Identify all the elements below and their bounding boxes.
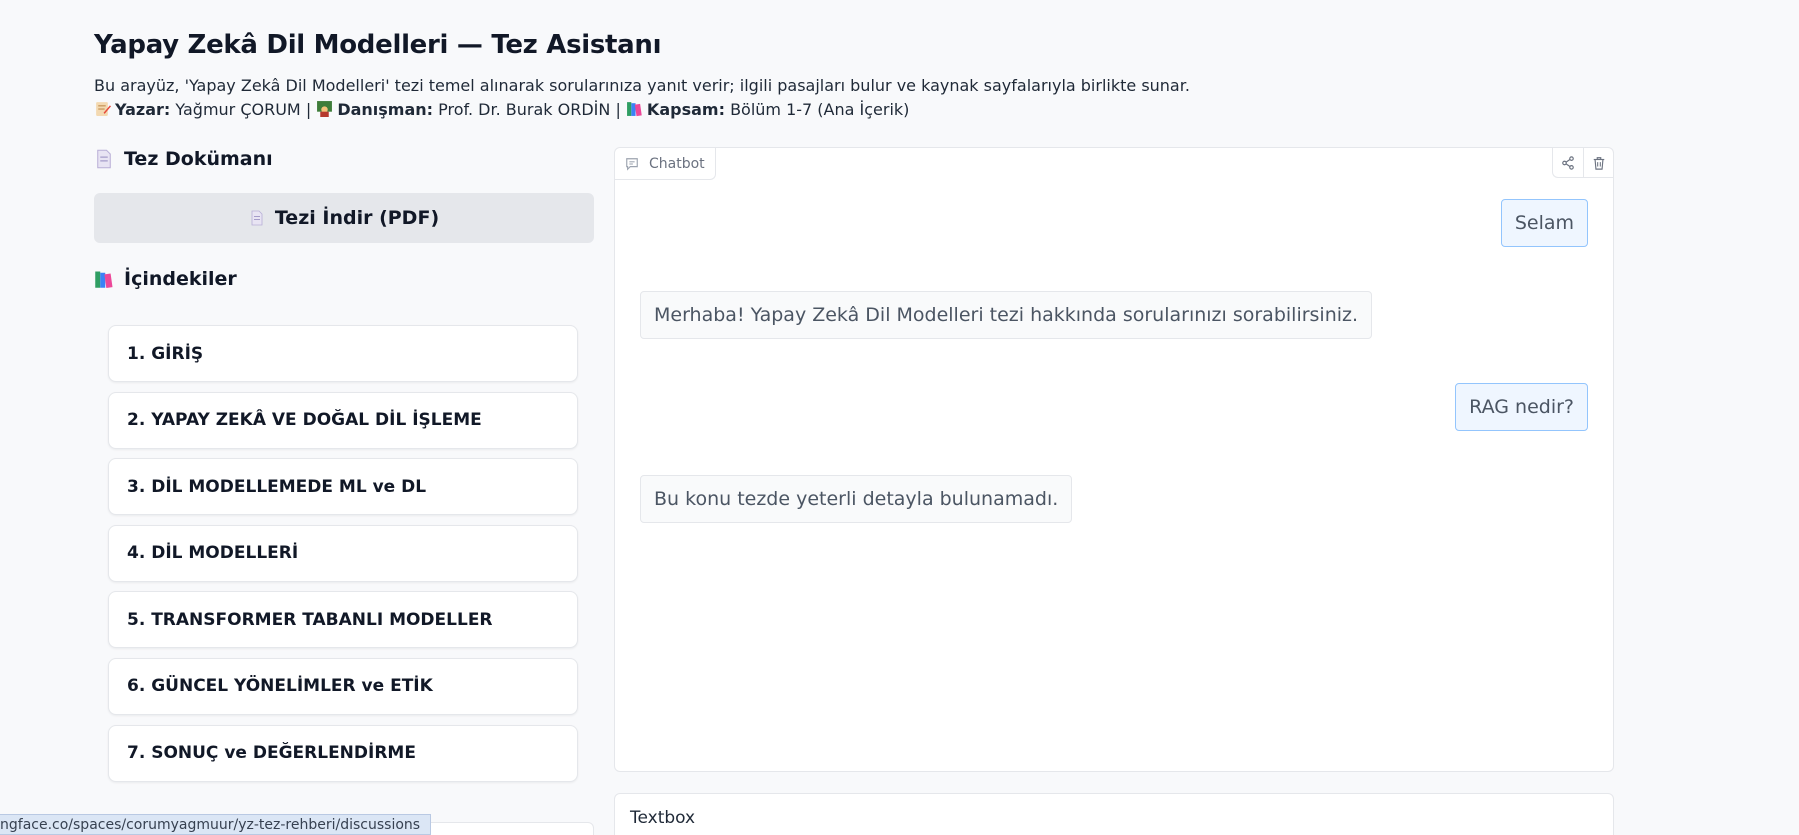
app-header: Yapay Zekâ Dil Modelleri — Tez Asistanı … [94,30,1594,122]
page-description: Bu arayüz, 'Yapay Zekâ Dil Modelleri' te… [94,76,1190,95]
books-icon [95,271,113,289]
toc-item-4[interactable]: 4. DİL MODELLERİ [108,524,578,582]
teacher-icon [317,101,333,117]
chatbot-label-tab: Chatbot [615,148,716,180]
toc-item-2[interactable]: 2. YAPAY ZEKÂ VE DOĞAL DİL İŞLEME [108,391,578,449]
textbox-panel[interactable]: Textbox [614,793,1614,835]
bot-message: Bu konu tezde yeterli detayla bulunamadı… [640,475,1073,523]
toc-list: 1. GİRİŞ 2. YAPAY ZEKÂ VE DOĞAL DİL İŞLE… [108,325,578,782]
share-icon [1562,156,1574,170]
doc-title: Tez Dokümanı [124,148,273,170]
page-icon [251,210,263,226]
books-icon [626,102,642,117]
chat-bubble-icon [626,157,638,171]
download-pdf-button[interactable]: Tezi İndir (PDF) [94,193,594,243]
share-button[interactable] [1553,148,1583,178]
chat-actions [1552,148,1613,178]
scope-value: Bölüm 1-7 (Ana İçerik) [730,100,910,119]
download-label: Tezi İndir (PDF) [274,207,440,229]
advisor-label: Danışman: [337,100,434,119]
status-bar-url: ngface.co/spaces/corumyagmuur/yz-tez-reh… [0,814,432,835]
author-value: Yağmur ÇORUM [175,100,301,119]
advisor-value: Prof. Dr. Burak ORDİN [438,100,611,119]
page-title: Yapay Zekâ Dil Modelleri — Tez Asistanı [94,30,662,60]
sidebar: Tez Dokümanı Tezi İndir (PDF) İçindekile… [94,145,594,791]
doc-section-title: Tez Dokümanı [94,145,594,173]
toc-title: İçindekiler [124,268,237,290]
trash-icon [1593,157,1604,170]
toc-item-7[interactable]: 7. SONUÇ ve DEĞERLENDİRME [108,724,578,782]
page-icon [97,149,111,169]
toc-item-5[interactable]: 5. TRANSFORMER TABANLI MODELLER [108,591,578,649]
toc-section-title: İçindekiler [94,265,594,293]
bot-message: Merhaba! Yapay Zekâ Dil Modelleri tezi h… [640,291,1373,339]
meta-separator: | [615,100,621,119]
scope-label: Kapsam: [646,100,725,119]
meta-separator: | [305,100,312,119]
pencil-memo-icon [96,102,111,116]
user-message: RAG nedir? [1455,383,1588,431]
chatbot-panel: Chatbot Selam Merhaba! Yapay Zekâ Dil Mo… [614,147,1614,772]
toc-item-6[interactable]: 6. GÜNCEL YÖNELİMLER ve ETİK [108,657,578,715]
chatbot-label: Chatbot [649,155,705,172]
clear-chat-button[interactable] [1583,148,1613,178]
user-message: Selam [1500,199,1588,247]
toc-item-3[interactable]: 3. DİL MODELLEMEDE ML ve DL [108,458,578,516]
toc-item-1[interactable]: 1. GİRİŞ [108,325,578,382]
thesis-meta: Yazar: Yağmur ÇORUM | Danışman: Prof. Dr… [94,98,1594,122]
textbox-label: Textbox [630,808,696,828]
author-label: Yazar: [115,100,171,119]
